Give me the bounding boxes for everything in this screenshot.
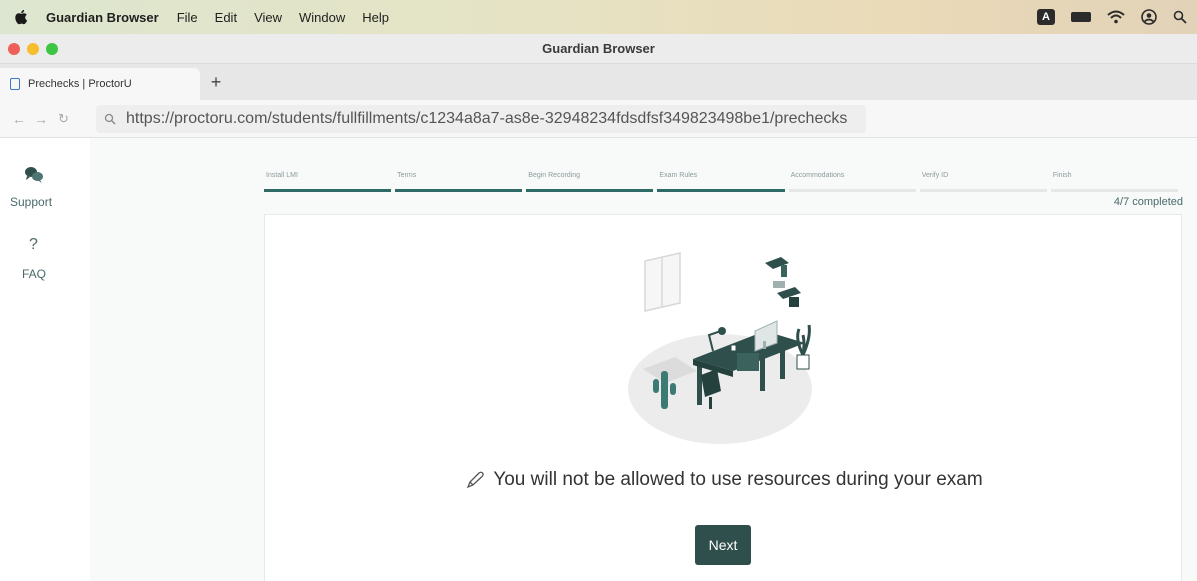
step-label: Terms (397, 172, 417, 179)
pencil-icon (467, 471, 485, 489)
step-label: Exam Rules (659, 172, 698, 179)
next-button[interactable]: Next (695, 525, 751, 565)
menu-window[interactable]: Window (299, 10, 345, 25)
input-source-icon[interactable]: A (1037, 9, 1055, 25)
tab-label: Prechecks | ProctorU (28, 78, 132, 90)
minimize-window-button[interactable] (27, 43, 39, 55)
address-bar[interactable]: https://proctoru.com/students/fullfillme… (96, 105, 866, 133)
proctoru-favicon-icon (10, 78, 20, 90)
menu-help[interactable]: Help (362, 10, 389, 25)
menu-app-name[interactable]: Guardian Browser (46, 10, 159, 25)
question-mark-icon[interactable]: ? (29, 236, 38, 254)
battery-icon[interactable] (1071, 12, 1091, 22)
step-label: Verify ID (921, 172, 949, 179)
system-menu-bar: Guardian Browser File Edit View Window H… (0, 0, 1197, 34)
url-text[interactable]: https://proctoru.com/students/fullfillme… (126, 110, 847, 128)
menu-edit[interactable]: Edit (215, 10, 237, 25)
zoom-window-button[interactable] (46, 43, 58, 55)
resources-warning-text: You will not be allowed to use resources… (493, 469, 983, 490)
precheck-progress-steps: Install LMI Terms Begin Recording Exam R… (264, 172, 1182, 192)
tab-bar: Prechecks | ProctorU + (0, 64, 1197, 100)
spotlight-search-icon[interactable] (1173, 10, 1187, 24)
step-accommodations: Accommodations (788, 172, 916, 192)
desk-illustration (628, 252, 812, 444)
forward-arrow-icon[interactable]: → (34, 111, 48, 127)
step-label: Accommodations (790, 172, 845, 179)
menu-file[interactable]: File (177, 10, 198, 25)
close-window-button[interactable] (8, 43, 20, 55)
menu-view[interactable]: View (254, 10, 282, 25)
window-title-bar: Guardian Browser (0, 34, 1197, 64)
step-exam-rules: Exam Rules (657, 172, 785, 192)
tab-prechecks[interactable]: Prechecks | ProctorU (0, 68, 200, 100)
step-label: Finish (1052, 172, 1072, 179)
sidebar: Support ? FAQ (0, 138, 90, 581)
step-install-lmi: Install LMI (264, 172, 392, 192)
back-arrow-icon[interactable]: ← (12, 111, 26, 127)
completed-count: 4/7 completed (1113, 196, 1183, 208)
step-label: Install LMI (266, 172, 298, 179)
address-toolbar: ← → ↻ https://proctoru.com/students/full… (0, 100, 1197, 138)
sidebar-item-support[interactable]: Support (10, 195, 52, 209)
user-account-icon[interactable] (1141, 9, 1157, 25)
sidebar-item-faq[interactable]: FAQ (22, 267, 46, 281)
apple-icon[interactable] (14, 9, 28, 25)
new-tab-button[interactable]: + (206, 72, 226, 93)
window-controls (8, 43, 58, 55)
resources-warning: You will not be allowed to use resources… (265, 469, 1183, 491)
precheck-card: You will not be allowed to use resources… (264, 214, 1182, 581)
step-begin-recording: Begin Recording (526, 172, 654, 192)
window-title: Guardian Browser (542, 41, 655, 56)
step-label: Begin Recording (528, 172, 581, 179)
main-content: Install LMI Terms Begin Recording Exam R… (90, 138, 1197, 581)
step-terms: Terms (395, 172, 523, 192)
reload-icon[interactable]: ↻ (58, 111, 69, 127)
wifi-icon[interactable] (1107, 10, 1125, 24)
step-verify-id: Verify ID (919, 172, 1047, 192)
chat-bubbles-icon[interactable] (24, 166, 44, 184)
step-finish: Finish (1050, 172, 1178, 192)
status-icons: A (1037, 0, 1187, 34)
search-icon (104, 113, 116, 125)
